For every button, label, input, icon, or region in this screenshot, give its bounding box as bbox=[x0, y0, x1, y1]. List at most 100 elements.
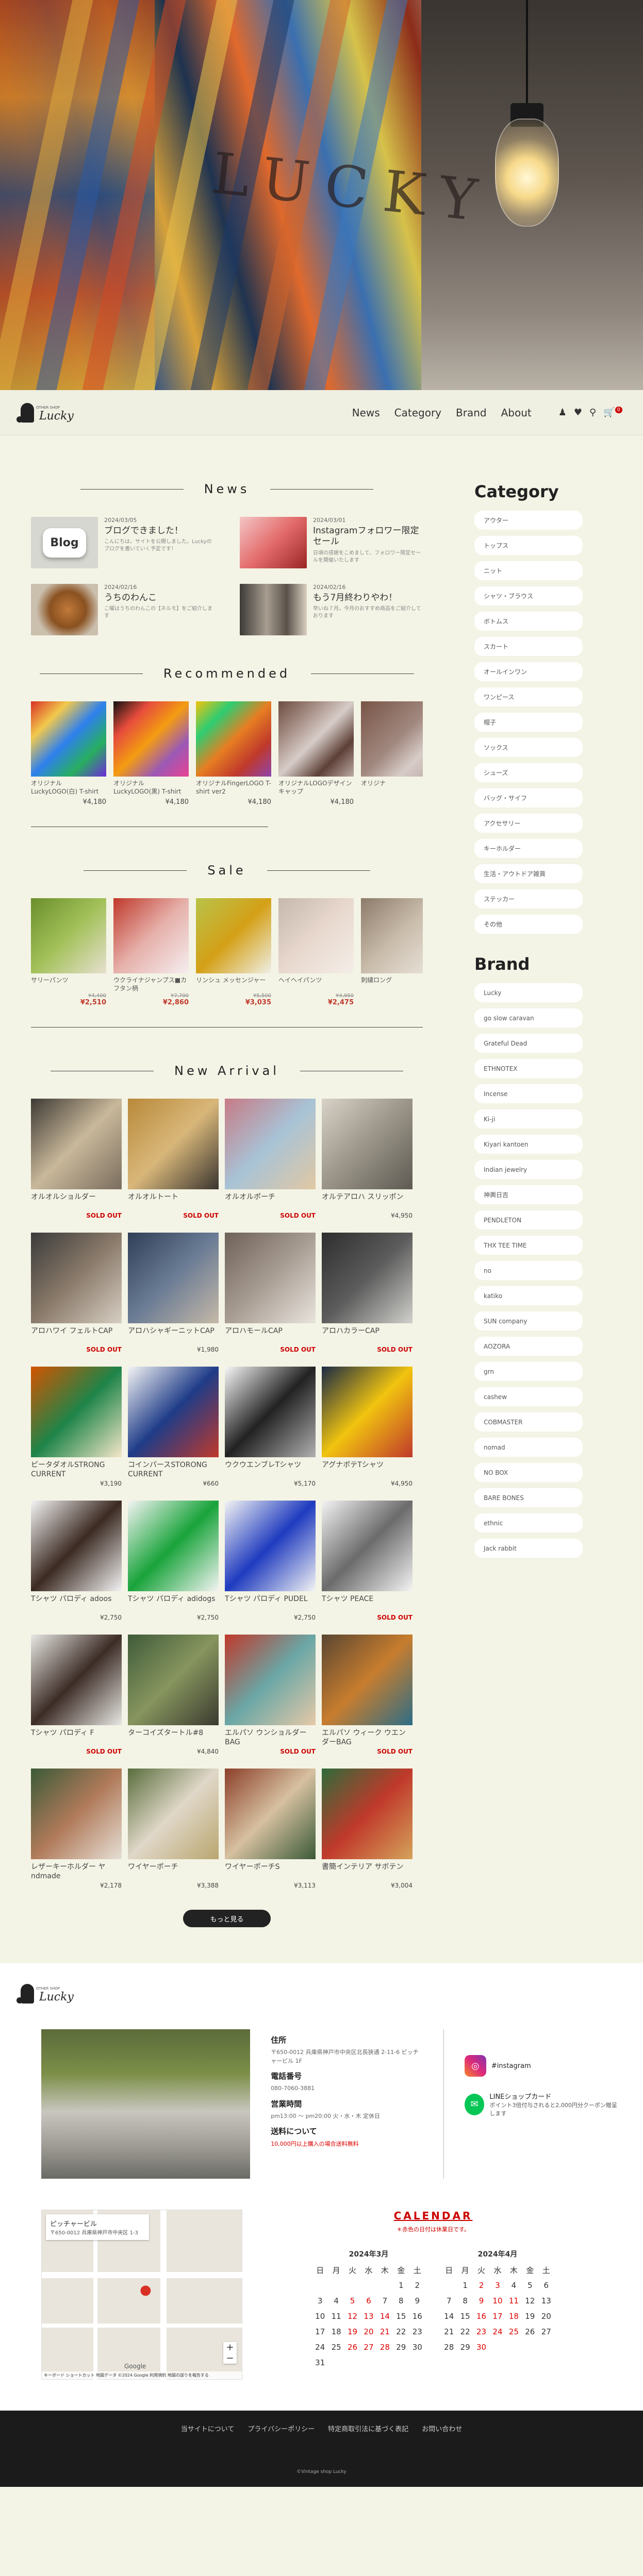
news-item[interactable]: 2024/02/16 うちのわんこ こ曜はうちのわんこの【ネルモ】をご紹介します bbox=[31, 584, 214, 635]
product-image[interactable] bbox=[31, 1367, 122, 1457]
arrival-card[interactable]: ピータダオルSTRONG CURRENT ¥3,190 bbox=[31, 1367, 122, 1487]
footer-link-contact[interactable]: お問い合わせ bbox=[422, 2423, 462, 2433]
brand-item[interactable]: go slow caravan bbox=[474, 1008, 583, 1028]
arrival-card[interactable]: アグナポテTシャツ ¥4,950 bbox=[322, 1367, 413, 1487]
sale-carousel[interactable]: サリーパンツ ¥4,400 ¥2,510 ウクライナジャンプス■カフタン柄 ¥7,700… bbox=[31, 898, 423, 1006]
brand-item[interactable]: cashew bbox=[474, 1387, 583, 1406]
product-image[interactable] bbox=[128, 1099, 219, 1189]
heart-icon[interactable]: ♥ bbox=[574, 407, 582, 418]
brand-item[interactable]: ETHNOTEX bbox=[474, 1059, 583, 1078]
product-image[interactable] bbox=[225, 1769, 316, 1859]
address-text[interactable]: 〒650-0012 兵庫県神戸市中央区北長狭通 2-11-6 ピッチャービル 1… bbox=[271, 2048, 423, 2065]
nav-about[interactable]: About bbox=[501, 407, 532, 419]
arrival-card[interactable]: エルパソ ウンショルダーBAG SOLD OUT bbox=[225, 1635, 316, 1755]
news-item[interactable]: 2024/02/16 もう7月終わりやわ！ 早いね７月。今月のおすすめ商品をご紹… bbox=[240, 584, 423, 635]
zoom-out-icon[interactable]: − bbox=[223, 2353, 237, 2364]
product-image[interactable] bbox=[128, 1501, 219, 1591]
product-image[interactable] bbox=[225, 1635, 316, 1725]
product-image[interactable] bbox=[322, 1769, 413, 1859]
brand-item[interactable]: 神輿日吉 bbox=[474, 1185, 583, 1204]
category-item[interactable]: キーホルダー bbox=[474, 839, 583, 858]
footer-link-legal[interactable]: 特定商取引法に基づく表記 bbox=[328, 2423, 408, 2433]
product-card[interactable]: オリジナルFingerLOGO T-shirt ver2 ¥4,180 bbox=[196, 701, 271, 806]
recommended-carousel[interactable]: オリジナルLuckyLOGO(白) T-shirt ver2¥4,180オリジナ… bbox=[31, 701, 423, 806]
arrival-card[interactable]: アロハモールCAP SOLD OUT bbox=[225, 1233, 316, 1353]
brand-item[interactable]: grn bbox=[474, 1362, 583, 1381]
product-image[interactable] bbox=[31, 1099, 122, 1189]
category-item[interactable]: その他 bbox=[474, 915, 583, 934]
footer-logo[interactable]: OTHER SHOP Lucky bbox=[17, 1984, 622, 2003]
product-image[interactable] bbox=[225, 1233, 316, 1323]
arrival-card[interactable]: オルテアロハ スリッポン ¥4,950 bbox=[322, 1099, 413, 1219]
product-image[interactable] bbox=[225, 1099, 316, 1189]
category-item[interactable]: 帽子 bbox=[474, 713, 583, 732]
arrival-card[interactable]: Tシャツ パロディ PUDEL ¥2,750 bbox=[225, 1501, 316, 1621]
product-image[interactable] bbox=[128, 1635, 219, 1725]
brand-item[interactable]: ethnic bbox=[474, 1513, 583, 1533]
arrival-card[interactable]: ワイヤーポーチS ¥3,113 bbox=[225, 1769, 316, 1889]
category-item[interactable]: シャツ・ブラウス bbox=[474, 586, 583, 605]
category-item[interactable]: ステッカー bbox=[474, 889, 583, 908]
category-item[interactable]: ソックス bbox=[474, 738, 583, 757]
instagram-link[interactable]: ◎ #instagram bbox=[464, 2055, 622, 2077]
brand-item[interactable]: no bbox=[474, 1261, 583, 1280]
brand-item[interactable]: katiko bbox=[474, 1286, 583, 1305]
arrival-card[interactable]: Tシャツ パロディ F SOLD OUT bbox=[31, 1635, 122, 1755]
arrival-card[interactable]: ターコイズタートル#8 ¥4,840 bbox=[128, 1635, 219, 1755]
product-image[interactable] bbox=[322, 1099, 413, 1189]
product-image[interactable] bbox=[322, 1233, 413, 1323]
arrival-card[interactable]: オルオルトート SOLD OUT bbox=[128, 1099, 219, 1219]
brand-item[interactable]: Ki-ji bbox=[474, 1109, 583, 1129]
product-image[interactable] bbox=[225, 1367, 316, 1457]
brand-item[interactable]: BARE BONES bbox=[474, 1488, 583, 1507]
category-item[interactable]: アクセサリー bbox=[474, 814, 583, 833]
product-card[interactable]: オリジナルLuckyLOGO(黒) T-shirt ver2 ¥4,180 bbox=[113, 701, 189, 806]
product-image[interactable] bbox=[128, 1769, 219, 1859]
brand-item[interactable]: Incense bbox=[474, 1084, 583, 1103]
brand-item[interactable]: SUN company bbox=[474, 1311, 583, 1331]
arrival-card[interactable]: ウクウエンブレTシャツ ¥5,170 bbox=[225, 1367, 316, 1487]
category-item[interactable]: スカート bbox=[474, 637, 583, 656]
brand-item[interactable]: COBMASTER bbox=[474, 1412, 583, 1432]
cart-icon[interactable]: 🛒 0 bbox=[603, 407, 622, 418]
map-terms[interactable]: キーボード ショートカット 地図データ ©2024 Google 利用規約 地図… bbox=[42, 2371, 242, 2379]
nav-brand[interactable]: Brand bbox=[456, 407, 487, 419]
category-item[interactable]: ワンピース bbox=[474, 687, 583, 706]
category-item[interactable]: バッグ・サイフ bbox=[474, 788, 583, 807]
brand-item[interactable]: Kiyari kantoen bbox=[474, 1135, 583, 1154]
footer-link-about[interactable]: 当サイトについて bbox=[181, 2423, 235, 2433]
product-image[interactable] bbox=[31, 1233, 122, 1323]
zoom-in-icon[interactable]: + bbox=[223, 2342, 237, 2353]
sale-card[interactable]: ヘイヘイパンツ ¥4,950 ¥2,475 bbox=[278, 898, 354, 1006]
arrival-card[interactable]: Tシャツ パロディ adidogs ¥2,750 bbox=[128, 1501, 219, 1621]
map-pin-icon[interactable]: ● bbox=[140, 2282, 152, 2298]
product-image[interactable] bbox=[113, 898, 189, 973]
category-item[interactable]: ニット bbox=[474, 561, 583, 580]
tel-text[interactable]: 080-7060-3881 bbox=[271, 2084, 423, 2093]
arrival-card[interactable]: アロハシャギーニットCAP ¥1,980 bbox=[128, 1233, 219, 1353]
sale-card[interactable]: 刺繍ロング bbox=[361, 898, 423, 1006]
product-image[interactable] bbox=[361, 701, 423, 777]
brand-item[interactable]: Lucky bbox=[474, 983, 583, 1002]
news-item[interactable]: 2024/03/01 Instagramフォロワー限定 セール 日頃の感謝をこめ… bbox=[240, 517, 423, 568]
arrival-card[interactable]: オルオルショルダー SOLD OUT bbox=[31, 1099, 122, 1219]
site-logo[interactable]: OTHER SHOP Lucky bbox=[17, 402, 74, 423]
sale-card[interactable]: リンシュ メッセンジャー ¥5,500 ¥3,035 bbox=[196, 898, 271, 1006]
product-image[interactable] bbox=[278, 898, 354, 973]
product-card[interactable]: オリジナルLOGOデザインキャップ ¥4,180 bbox=[278, 701, 354, 806]
line-link[interactable]: ✉ LINEショップカード ポイント3倍付与されると2,000円分クーポン贈呈し… bbox=[464, 2091, 622, 2117]
brand-item[interactable]: nomad bbox=[474, 1438, 583, 1457]
arrival-card[interactable]: オルオルポーチ SOLD OUT bbox=[225, 1099, 316, 1219]
arrival-card[interactable]: 書簡インテリア サボテン ¥3,004 bbox=[322, 1769, 413, 1889]
brand-item[interactable]: Grateful Dead bbox=[474, 1034, 583, 1053]
product-image[interactable] bbox=[322, 1501, 413, 1591]
category-item[interactable]: アウター bbox=[474, 511, 583, 530]
product-image[interactable] bbox=[278, 701, 354, 777]
sale-card[interactable]: サリーパンツ ¥4,400 ¥2,510 bbox=[31, 898, 106, 1006]
search-icon[interactable]: ⚲ bbox=[589, 407, 596, 418]
arrival-card[interactable]: ワイヤーポーチ ¥3,388 bbox=[128, 1769, 219, 1889]
brand-item[interactable]: AOZORA bbox=[474, 1337, 583, 1356]
brand-item[interactable]: Jack rabbit bbox=[474, 1539, 583, 1558]
category-item[interactable]: オールインワン bbox=[474, 662, 583, 681]
arrival-card[interactable]: Tシャツ PEACE SOLD OUT bbox=[322, 1501, 413, 1621]
